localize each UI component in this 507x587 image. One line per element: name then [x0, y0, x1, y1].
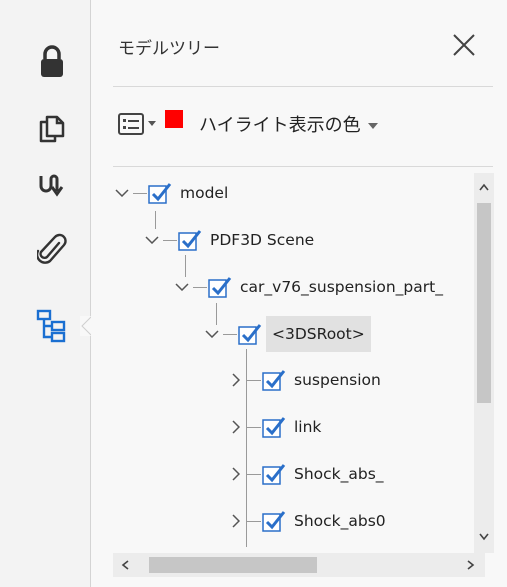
- checkbox-checked-icon[interactable]: [262, 510, 286, 532]
- model-tree-panel: モデルツリー ハイライト表示の色 model PDF3D Scene car_v…: [91, 0, 507, 587]
- collapsed-chevron-icon[interactable]: [225, 510, 247, 532]
- model-tree: model PDF3D Scene car_v76_suspension_par…: [91, 167, 507, 547]
- highlight-color-swatch[interactable]: [165, 110, 183, 128]
- scroll-up-icon[interactable]: [479, 183, 489, 191]
- chevron-down-icon: [148, 121, 156, 126]
- scroll-right-icon[interactable]: [467, 560, 475, 570]
- collapsed-chevron-icon[interactable]: [225, 369, 247, 391]
- tree-node-label: Shock_abs0: [294, 512, 386, 530]
- header-divider: [113, 86, 493, 87]
- horizontal-scroll-thumb[interactable]: [149, 557, 317, 573]
- scroll-left-icon[interactable]: [121, 560, 129, 570]
- tree-node-label: suspension: [294, 371, 381, 389]
- model-tree-icon[interactable]: [32, 306, 72, 346]
- panel-title: モデルツリー: [118, 39, 220, 59]
- pages-icon[interactable]: [32, 108, 72, 148]
- collapsed-chevron-icon[interactable]: [225, 416, 247, 438]
- expanded-chevron-icon[interactable]: [171, 276, 193, 298]
- close-button[interactable]: [449, 30, 479, 60]
- tree-toolbar: ハイライト表示の色: [118, 106, 379, 142]
- attachment-icon[interactable]: [32, 230, 72, 270]
- tree-node-model[interactable]: model: [111, 178, 228, 208]
- tree-node-label: link: [294, 418, 322, 436]
- left-tool-rail: [0, 0, 94, 587]
- expanded-chevron-icon[interactable]: [201, 323, 223, 345]
- tree-node-label: PDF3D Scene: [210, 231, 315, 249]
- vertical-scrollbar[interactable]: [474, 173, 494, 553]
- view-options-button[interactable]: [118, 113, 157, 135]
- scroll-down-icon[interactable]: [479, 533, 489, 541]
- list-view-icon: [118, 113, 144, 135]
- checkbox-checked-icon[interactable]: [208, 276, 232, 298]
- tree-node-shock-abs[interactable]: Shock_abs_: [225, 459, 384, 489]
- expanded-chevron-icon[interactable]: [111, 182, 133, 204]
- tree-node-label: model: [180, 184, 229, 202]
- tree-node-label-selected: <3DSRoot>: [266, 316, 371, 352]
- chevron-down-icon[interactable]: [367, 122, 379, 130]
- checkbox-checked-icon[interactable]: [262, 463, 286, 485]
- checkbox-checked-icon[interactable]: [148, 182, 172, 204]
- checkbox-checked-icon[interactable]: [262, 416, 286, 438]
- lock-icon[interactable]: [32, 42, 72, 82]
- tree-node-label: car_v76_suspension_part_: [240, 278, 443, 296]
- tree-node-3dsroot[interactable]: <3DSRoot>: [201, 316, 371, 352]
- tree-node-car-model[interactable]: car_v76_suspension_part_: [171, 272, 443, 302]
- checkbox-checked-icon[interactable]: [262, 369, 286, 391]
- collapsed-chevron-icon[interactable]: [225, 463, 247, 485]
- signature-icon[interactable]: [32, 164, 72, 204]
- vertical-scroll-thumb[interactable]: [477, 203, 491, 403]
- tree-node-shock-abs0[interactable]: Shock_abs0: [225, 506, 386, 536]
- tree-node-label: Shock_abs_: [294, 465, 384, 483]
- expanded-chevron-icon[interactable]: [141, 229, 163, 251]
- horizontal-scrollbar[interactable]: [113, 553, 485, 577]
- tree-node-suspension[interactable]: suspension: [225, 365, 381, 395]
- tree-node-link[interactable]: link: [225, 412, 321, 442]
- close-icon: [453, 34, 475, 56]
- checkbox-checked-icon[interactable]: [178, 229, 202, 251]
- checkbox-checked-icon[interactable]: [238, 323, 262, 345]
- highlight-color-dropdown[interactable]: ハイライト表示の色: [199, 111, 361, 137]
- tree-node-pdf3d-scene[interactable]: PDF3D Scene: [141, 225, 314, 255]
